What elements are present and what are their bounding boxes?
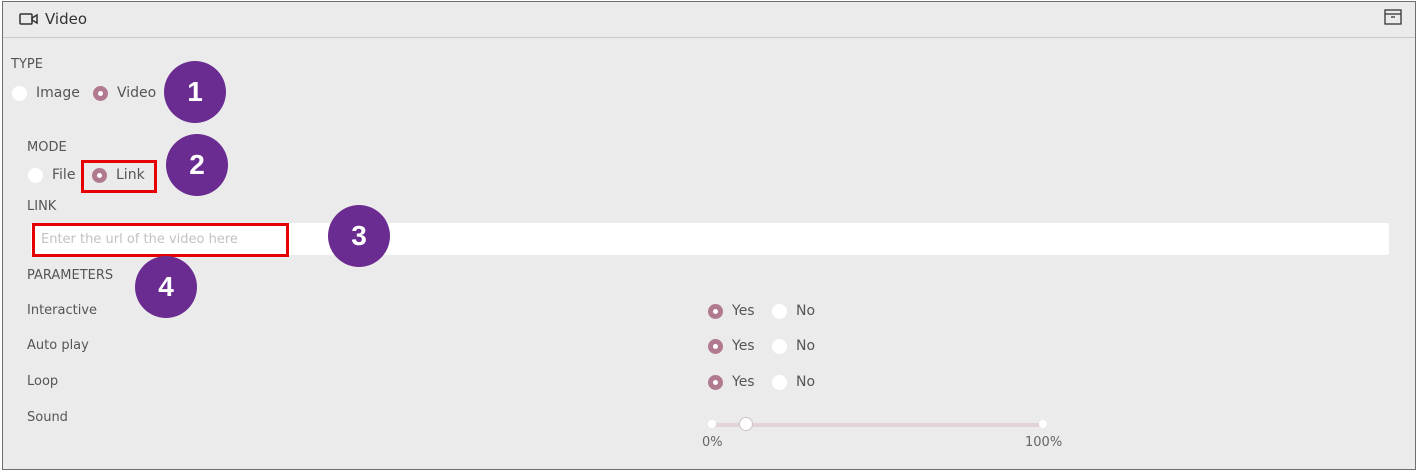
loop-no-radio[interactable] xyxy=(772,375,787,390)
video-panel: Video TYPE Image Video 1 MODE File Link … xyxy=(2,1,1416,470)
mode-label: MODE xyxy=(27,140,67,155)
loop-yes-label[interactable]: Yes xyxy=(732,374,755,390)
panel-header: Video xyxy=(3,2,1415,38)
annotation-badge-4: 4 xyxy=(135,256,197,318)
url-input-highlight xyxy=(32,223,289,257)
video-camera-icon xyxy=(19,11,39,30)
type-image-label[interactable]: Image xyxy=(36,85,80,101)
auto-play-yes-radio[interactable] xyxy=(708,339,723,354)
link-label: LINK xyxy=(27,199,57,214)
mode-link-label[interactable]: Link xyxy=(116,167,145,183)
sound-max-label: 100% xyxy=(1025,435,1063,450)
panel-title: Video xyxy=(45,10,88,28)
parameters-label: PARAMETERS xyxy=(27,268,114,283)
annotation-badge-3: 3 xyxy=(328,205,390,267)
auto-play-no-label[interactable]: No xyxy=(796,338,815,354)
loop-label: Loop xyxy=(27,374,59,389)
sound-min-label: 0% xyxy=(702,435,723,450)
mode-file-radio[interactable] xyxy=(28,168,43,183)
sound-slider-track[interactable] xyxy=(712,423,1044,427)
annotation-badge-2: 2 xyxy=(166,134,228,196)
archive-icon[interactable] xyxy=(1383,8,1403,30)
mode-link-radio[interactable] xyxy=(92,168,107,183)
mode-file-label[interactable]: File xyxy=(52,167,75,183)
type-label: TYPE xyxy=(11,57,43,72)
interactive-label: Interactive xyxy=(27,303,98,318)
sound-label: Sound xyxy=(27,410,68,425)
type-image-radio[interactable] xyxy=(12,86,27,101)
interactive-no-radio[interactable] xyxy=(772,304,787,319)
auto-play-yes-label[interactable]: Yes xyxy=(732,338,755,354)
type-video-radio[interactable] xyxy=(93,86,108,101)
interactive-yes-radio[interactable] xyxy=(708,304,723,319)
sound-slider-start-dot xyxy=(708,420,716,428)
loop-no-label[interactable]: No xyxy=(796,374,815,390)
type-video-label[interactable]: Video xyxy=(117,85,156,101)
annotation-badge-1: 1 xyxy=(164,61,226,123)
interactive-yes-label[interactable]: Yes xyxy=(732,303,755,319)
sound-slider-end-dot xyxy=(1039,420,1047,428)
auto-play-no-radio[interactable] xyxy=(772,339,787,354)
loop-yes-radio[interactable] xyxy=(708,375,723,390)
auto-play-label: Auto play xyxy=(27,338,89,353)
interactive-no-label[interactable]: No xyxy=(796,303,815,319)
sound-slider-thumb[interactable] xyxy=(739,417,753,431)
